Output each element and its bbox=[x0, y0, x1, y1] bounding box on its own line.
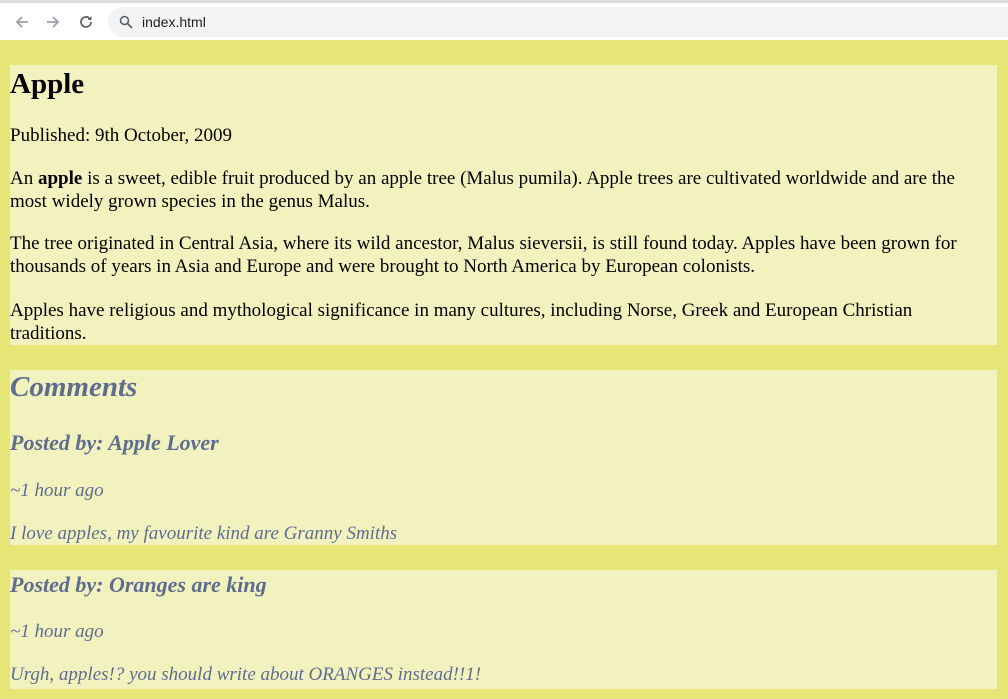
article: Apple Published: 9th October, 2009 An ap… bbox=[10, 65, 997, 345]
comment-text: Urgh, apples!? you should write about OR… bbox=[10, 664, 482, 685]
reload-button[interactable] bbox=[74, 10, 98, 34]
comment-author: Posted by: Oranges are king bbox=[10, 572, 267, 597]
article-paragraph-2: The tree originated in Central Asia, whe… bbox=[10, 233, 957, 277]
comment-time: ~1 hour ago bbox=[10, 621, 104, 642]
article-paragraph-1: An apple is a sweet, edible fruit produc… bbox=[10, 168, 955, 212]
comment-text: I love apples, my favourite kind are Gra… bbox=[10, 523, 398, 544]
comments-heading: Comments bbox=[10, 371, 138, 403]
comment-time: ~1 hour ago bbox=[10, 480, 104, 501]
bold-apple: apple bbox=[37, 168, 83, 189]
reload-icon bbox=[80, 16, 92, 28]
forward-button[interactable] bbox=[41, 10, 65, 34]
url-text[interactable]: index.html bbox=[142, 14, 206, 30]
browser-toolbar: index.html bbox=[0, 0, 1008, 40]
article-title: Apple bbox=[10, 68, 85, 100]
arrow-right-icon bbox=[47, 16, 60, 28]
search-icon bbox=[119, 15, 133, 29]
published-date: Published: 9th October, 2009 bbox=[10, 125, 232, 146]
article-paragraph-3: Apples have religious and mythological s… bbox=[10, 300, 913, 344]
page-content: Apple Published: 9th October, 2009 An ap… bbox=[0, 40, 1008, 699]
comments-section: Comments Posted by: Apple Lover ~1 hour … bbox=[10, 370, 997, 545]
back-button[interactable] bbox=[10, 10, 34, 34]
comment-item: Posted by: Oranges are king ~1 hour ago … bbox=[10, 570, 997, 689]
arrow-left-icon bbox=[15, 16, 28, 28]
address-bar[interactable]: index.html bbox=[108, 7, 1008, 37]
comment-author: Posted by: Apple Lover bbox=[10, 430, 219, 455]
